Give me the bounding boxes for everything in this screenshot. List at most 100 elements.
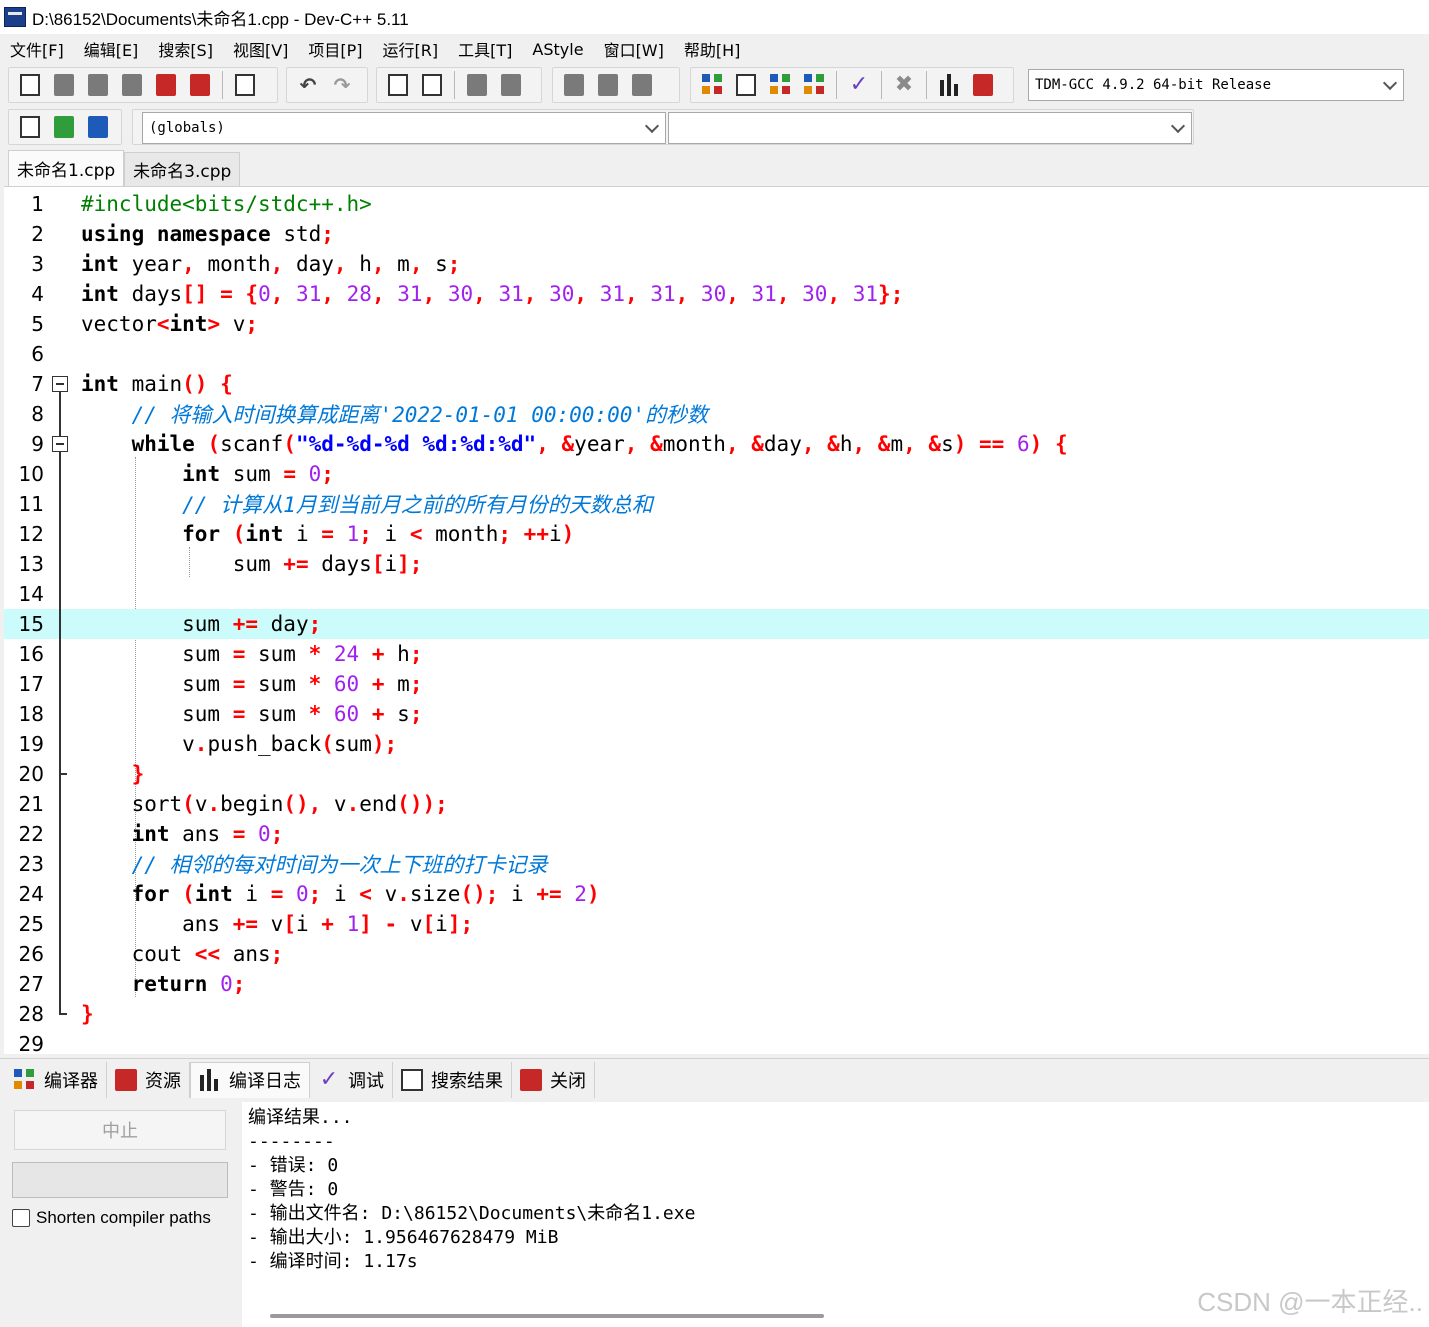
menu-file[interactable]: 文件[F] (0, 37, 74, 61)
line-number: 19 (18, 732, 44, 756)
code-line: 11 // 计算从1月到当前月之前的所有月份的天数总和 (4, 489, 1429, 519)
indent-button[interactable] (559, 70, 589, 100)
tab-resources[interactable]: 资源 (107, 1061, 190, 1098)
compiler-select[interactable]: TDM-GCC 4.9.2 64-bit Release (1028, 69, 1404, 101)
menu-run[interactable]: 运行[R] (373, 37, 449, 61)
save-button[interactable] (83, 70, 113, 100)
rebuild-all-button[interactable] (799, 70, 829, 100)
tab-resources-label: 资源 (145, 1070, 181, 1092)
run-button[interactable] (731, 70, 761, 100)
line-number: 24 (18, 882, 44, 906)
code-text: } (131, 762, 145, 786)
fold-toggle[interactable] (52, 369, 68, 399)
log-line: 编译结果... (248, 1107, 353, 1128)
window-title: D:\86152\Documents\未命名1.cpp - Dev-C++ 5.… (32, 9, 409, 29)
shorten-paths-label: Shorten compiler paths (36, 1208, 211, 1227)
code-line: 12 for (int i = 1; i < month; ++i) (4, 519, 1429, 549)
menu-window[interactable]: 窗口[W] (594, 37, 674, 61)
code-text: return 0; (131, 972, 246, 996)
scope-select[interactable]: (globals) (142, 112, 666, 144)
code-text: sum = sum * 60 + m; (81, 672, 423, 696)
find-button[interactable] (383, 70, 413, 100)
code-text: // 相邻的每对时间为一次上下班的打卡记录 (131, 853, 548, 877)
remove-from-project-button[interactable] (83, 112, 113, 142)
code-text: cout << ans; (81, 942, 284, 966)
tab-compile-log[interactable]: 编译日志 (190, 1061, 310, 1098)
close-file-button[interactable] (151, 70, 181, 100)
code-text: sum += days[i]; (81, 552, 423, 576)
toggle-comment-button[interactable] (627, 70, 657, 100)
code-line: 9 while (scanf("%d-%d-%d %d:%d:%d", &yea… (4, 429, 1429, 459)
new-file-button[interactable] (15, 70, 45, 100)
menu-help[interactable]: 帮助[H] (674, 37, 751, 61)
close-all-button[interactable] (185, 70, 215, 100)
save-all-button[interactable] (117, 70, 147, 100)
tab-search-results[interactable]: 搜索结果 (393, 1061, 512, 1098)
horizontal-scrollbar[interactable] (270, 1314, 824, 1318)
code-line: 6 (4, 339, 1429, 369)
compile-button[interactable] (697, 70, 727, 100)
abort-compile-button[interactable]: ✖ (889, 70, 919, 100)
tab-file-1[interactable]: 未命名1.cpp (8, 150, 125, 186)
code-line: 28 } (4, 999, 1429, 1029)
code-text: #include<bits/stdc++.h> (81, 192, 372, 216)
code-text: } (81, 1002, 94, 1026)
print-button[interactable] (230, 70, 260, 100)
unindent-button[interactable] (593, 70, 623, 100)
code-line: 26 cout << ans; (4, 939, 1429, 969)
code-text: sum += day; (81, 612, 322, 636)
syntax-check-button[interactable]: ✓ (844, 70, 874, 100)
line-number: 9 (31, 432, 44, 456)
line-number: 28 (18, 1002, 44, 1026)
line-number: 17 (18, 672, 44, 696)
add-to-project-button[interactable] (49, 112, 79, 142)
tab-debug[interactable]: ✓ 调试 (310, 1061, 393, 1098)
line-number: 3 (31, 252, 44, 276)
menu-bar: 文件[F] 编辑[E] 搜索[S] 视图[V] 项目[P] 运行[R] 工具[T… (0, 34, 1429, 64)
compile-controls: 中止 Shorten compiler paths (0, 1100, 240, 1327)
profile-button[interactable] (934, 70, 964, 100)
code-line: 3 int year, month, day, h, m, s; (4, 249, 1429, 279)
goto-line-icon (467, 74, 487, 96)
code-text: sort(v.begin(), v.end()); (81, 792, 448, 816)
close-icon (520, 1068, 542, 1091)
redo-button[interactable]: ↷ (327, 70, 357, 100)
delete-profile-button[interactable] (968, 70, 998, 100)
redo-icon: ↷ (333, 73, 351, 97)
replace-button[interactable] (417, 70, 447, 100)
new-project-button[interactable] (15, 112, 45, 142)
code-line: 7 int main() { (4, 369, 1429, 399)
menu-view[interactable]: 视图[V] (223, 37, 298, 61)
line-number: 13 (18, 552, 44, 576)
line-number: 2 (31, 222, 44, 246)
code-editor[interactable]: 1 #include<bits/stdc++.h> 2 using namesp… (4, 186, 1429, 1054)
line-number: 18 (18, 702, 44, 726)
goto-bookmark-button[interactable] (496, 70, 526, 100)
code-line: 10 int sum = 0; (4, 459, 1429, 489)
code-text: int year, month, day, h, m, s; (81, 252, 461, 276)
tab-close[interactable]: 关闭 (512, 1061, 595, 1098)
line-number: 26 (18, 942, 44, 966)
menu-astyle[interactable]: AStyle (522, 40, 593, 59)
menu-edit[interactable]: 编辑[E] (74, 37, 149, 61)
open-file-button[interactable] (49, 70, 79, 100)
undo-button[interactable]: ↶ (293, 70, 323, 100)
goto-line-button[interactable] (462, 70, 492, 100)
line-number: 8 (31, 402, 44, 426)
abort-button[interactable]: 中止 (14, 1110, 226, 1150)
code-line: 29 (4, 1029, 1429, 1054)
menu-project[interactable]: 项目[P] (298, 37, 372, 61)
tab-compiler[interactable]: 编译器 (6, 1061, 107, 1098)
shorten-paths-option[interactable]: Shorten compiler paths (12, 1208, 211, 1228)
fold-toggle[interactable] (52, 429, 68, 459)
compile-run-button[interactable] (765, 70, 795, 100)
code-text: // 计算从1月到当前月之前的所有月份的天数总和 (182, 493, 653, 517)
member-select[interactable] (668, 112, 1192, 144)
menu-tools[interactable]: 工具[T] (448, 37, 522, 61)
abort-icon: ✖ (894, 72, 914, 97)
shorten-paths-checkbox[interactable] (12, 1209, 30, 1227)
code-text: ans += v[i + 1] - v[i]; (81, 912, 474, 936)
menu-search[interactable]: 搜索[S] (148, 37, 223, 61)
search-toolbar (376, 67, 542, 103)
tab-file-3[interactable]: 未命名3.cpp (124, 152, 241, 186)
